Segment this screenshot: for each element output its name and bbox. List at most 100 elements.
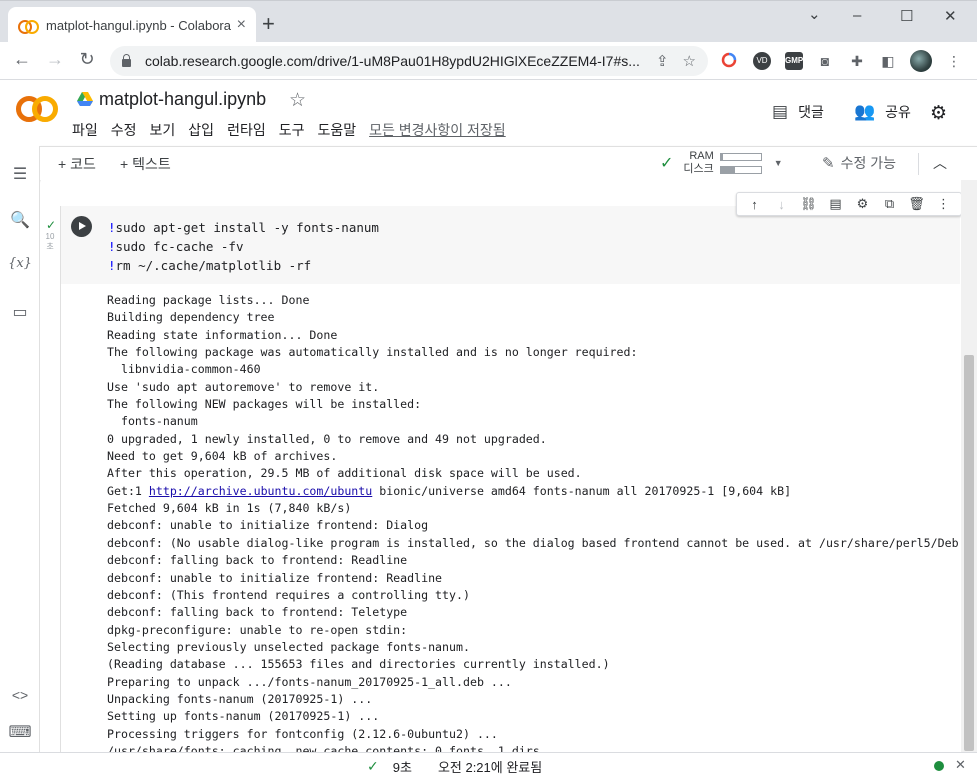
output-line: libnvidia-common-460 bbox=[107, 362, 261, 377]
gmp-icon[interactable]: GMP bbox=[785, 52, 803, 70]
notebook-title[interactable]: matplot-hangul.ipynb bbox=[99, 89, 266, 110]
settings-gear-icon[interactable]: ⚙ bbox=[930, 102, 947, 125]
code-cell[interactable]: !sudo apt-get install -y fonts-nanum !sud… bbox=[60, 192, 961, 752]
new-tab-button[interactable]: + bbox=[262, 13, 275, 35]
code-block[interactable]: !sudo apt-get install -y fonts-nanum !sud… bbox=[108, 218, 379, 275]
share-button[interactable]: 👥 공유 bbox=[854, 102, 911, 122]
search-icon[interactable]: 🔍 bbox=[0, 210, 40, 230]
comment-button[interactable]: ▤ 댓글 bbox=[772, 102, 824, 122]
move-down-icon[interactable]: ↓ bbox=[768, 197, 795, 212]
add-text-button[interactable]: + 텍스트 bbox=[120, 154, 171, 174]
cell-editor[interactable]: !sudo apt-get install -y fonts-nanum !sud… bbox=[60, 206, 960, 284]
saved-status-link[interactable]: 모든 변경사항이 저장됨 bbox=[369, 120, 506, 140]
menu-view[interactable]: 보기 bbox=[150, 120, 176, 140]
notebook-toolbar: + 코드 + 텍스트 ✓ RAM 디스크 ▼ ✎ 수정 가능 ︿ bbox=[40, 146, 977, 180]
toc-list-icon[interactable]: ☰ bbox=[0, 164, 40, 184]
archive-link[interactable]: http://archive.ubuntu.com/ubuntu bbox=[149, 484, 372, 498]
tab-title: matplot-hangul.ipynb - Colabora bbox=[46, 17, 231, 33]
output-line: debconf: (This frontend requires a contr… bbox=[107, 587, 470, 602]
colab-header: matplot-hangul.ipynb ☆ 파일 수정 보기 삽입 런타임 도… bbox=[0, 80, 977, 146]
menu-help[interactable]: 도움말 bbox=[317, 120, 356, 140]
cell-output: Reading package lists... Done Building de… bbox=[60, 284, 960, 752]
delete-icon[interactable]: 🗑 bbox=[903, 196, 930, 212]
pencil-icon: ✎ bbox=[822, 155, 835, 172]
status-bar: ✓ 9초 오전 2:21에 완료됨 ✕ bbox=[0, 752, 977, 778]
cell-settings-icon[interactable]: ⚙ bbox=[849, 196, 876, 212]
mirror-cell-icon[interactable]: ⧉ bbox=[876, 196, 903, 212]
browser-tab[interactable]: matplot-hangul.ipynb - Colabora × bbox=[8, 7, 256, 43]
output-line: Fetched 9,604 kB in 1s (7,840 kB/s) bbox=[107, 501, 352, 516]
menu-file[interactable]: 파일 bbox=[72, 120, 98, 140]
star-icon[interactable]: ☆ bbox=[289, 89, 306, 112]
chevron-down-icon[interactable]: ▼ bbox=[774, 158, 783, 168]
code-line[interactable]: !sudo fc-cache -fv bbox=[108, 237, 379, 256]
menu-insert[interactable]: 삽입 bbox=[188, 120, 214, 140]
code-line[interactable]: !sudo apt-get install -y fonts-nanum bbox=[108, 218, 379, 237]
menu-runtime[interactable]: 런타임 bbox=[227, 120, 266, 140]
close-status-icon[interactable]: ✕ bbox=[955, 757, 966, 773]
run-cell-button[interactable] bbox=[71, 216, 92, 237]
url-text[interactable]: colab.research.google.com/drive/1-uM8Pau… bbox=[145, 53, 642, 69]
minimize-icon[interactable]: – bbox=[853, 7, 861, 24]
back-icon[interactable]: ← bbox=[10, 49, 34, 70]
output-line: Unpacking fonts-nanum (20170925-1) ... bbox=[107, 691, 373, 706]
bookmark-star-icon[interactable]: ☆ bbox=[683, 52, 696, 70]
completion-time: 오전 2:21에 완료됨 bbox=[437, 760, 543, 775]
reload-icon[interactable]: ↻ bbox=[75, 49, 99, 70]
ram-label: RAM bbox=[689, 150, 714, 162]
output-line: Use 'sudo apt autoremove' to remove it. bbox=[107, 379, 380, 394]
forward-icon[interactable]: → bbox=[43, 49, 67, 70]
drive-icon[interactable] bbox=[77, 92, 93, 106]
code-line[interactable]: !rm ~/.cache/matplotlib -rf bbox=[108, 256, 379, 275]
edit-mode-button[interactable]: ✎ 수정 가능 bbox=[822, 153, 896, 173]
comment-icon[interactable]: ▤ bbox=[822, 196, 849, 212]
sidepanel-icon[interactable]: ◧ bbox=[879, 52, 897, 70]
terminal-icon[interactable]: ⌨ bbox=[0, 722, 40, 742]
output-line: debconf: falling back to frontend: Telet… bbox=[107, 605, 408, 620]
people-icon: 👥 bbox=[854, 102, 876, 121]
menu-tools[interactable]: 도구 bbox=[279, 120, 305, 140]
output-line: debconf: falling back to frontend: Readl… bbox=[107, 553, 408, 568]
maximize-icon[interactable]: ☐ bbox=[900, 7, 913, 25]
link-icon[interactable]: ⛓ bbox=[795, 196, 822, 212]
execution-status[interactable]: ✓ 9초 오전 2:21에 완료됨 bbox=[367, 757, 542, 776]
output-line: Building dependency tree bbox=[107, 310, 275, 325]
lock-icon[interactable] bbox=[122, 54, 131, 67]
move-up-icon[interactable]: ↑ bbox=[741, 197, 768, 212]
close-window-icon[interactable]: ✕ bbox=[944, 7, 957, 25]
share-page-icon[interactable]: ⇪ bbox=[656, 52, 669, 70]
output-line: Processing triggers for fontconfig (2.12… bbox=[107, 726, 498, 741]
connected-check-icon: ✓ bbox=[660, 155, 674, 172]
output-line: The following NEW packages will be insta… bbox=[107, 397, 422, 412]
add-code-button[interactable]: + 코드 bbox=[58, 154, 96, 174]
output-line: Reading package lists... Done bbox=[107, 293, 310, 307]
output-line: debconf: (No usable dialog-like program … bbox=[107, 535, 959, 550]
runtime-resources[interactable]: ✓ RAM 디스크 ▼ bbox=[660, 150, 783, 176]
execution-duration: 9초 bbox=[392, 760, 412, 775]
menu-edit[interactable]: 수정 bbox=[111, 120, 137, 140]
more-vert-icon[interactable]: ⋮ bbox=[930, 196, 957, 212]
camera-icon[interactable]: ◙ bbox=[816, 52, 834, 70]
tab-close-icon[interactable]: × bbox=[237, 16, 246, 34]
vd-icon[interactable]: VD bbox=[753, 52, 771, 70]
scrollbar[interactable] bbox=[961, 180, 977, 752]
chevron-up-icon[interactable]: ︿ bbox=[933, 153, 947, 173]
code-snippets-icon[interactable]: <> bbox=[0, 687, 40, 703]
colorful-dots-icon[interactable] bbox=[720, 52, 738, 70]
menu-bar: 파일 수정 보기 삽입 런타임 도구 도움말 모든 변경사항이 저장됨 bbox=[72, 120, 506, 140]
variables-icon[interactable]: {x} bbox=[0, 256, 40, 271]
output-line: dpkg-preconfigure: unable to re-open std… bbox=[107, 622, 408, 637]
folder-icon[interactable]: ▭ bbox=[0, 302, 40, 322]
colab-logo[interactable] bbox=[16, 96, 58, 124]
more-menu-icon[interactable]: ⋮ bbox=[945, 52, 963, 70]
profile-avatar[interactable] bbox=[910, 50, 932, 72]
output-line: Need to get 9,604 kB of archives. bbox=[107, 449, 338, 464]
address-bar[interactable]: colab.research.google.com/drive/1-uM8Pau… bbox=[110, 46, 708, 76]
output-line: (Reading database ... 155653 files and d… bbox=[107, 657, 610, 672]
output-line: After this operation, 29.5 MB of additio… bbox=[107, 466, 582, 481]
execution-success-icon: ✓ bbox=[46, 218, 57, 232]
tab-search-icon[interactable]: ⌄ bbox=[808, 5, 821, 23]
scrollbar-thumb[interactable] bbox=[964, 355, 974, 751]
puzzle-icon[interactable]: ✚ bbox=[848, 52, 866, 70]
left-sidebar: ☰ 🔍 {x} ▭ <> ⌨ bbox=[0, 146, 40, 752]
